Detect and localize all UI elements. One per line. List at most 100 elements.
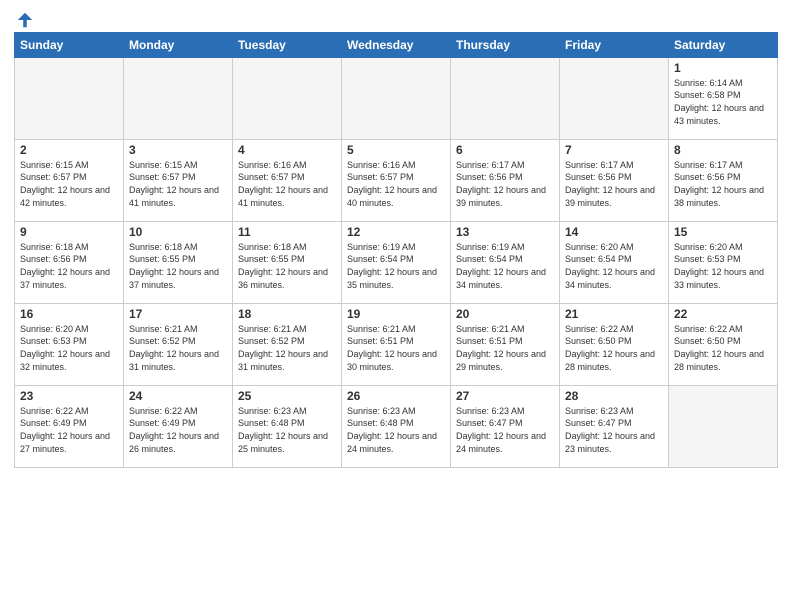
weekday-header-thursday: Thursday: [451, 32, 560, 57]
day-info: Sunrise: 6:18 AM Sunset: 6:55 PM Dayligh…: [129, 241, 227, 291]
day-number: 16: [20, 307, 118, 321]
calendar-table: SundayMondayTuesdayWednesdayThursdayFrid…: [14, 32, 778, 468]
day-info: Sunrise: 6:17 AM Sunset: 6:56 PM Dayligh…: [674, 159, 772, 209]
calendar-week-2: 2 Sunrise: 6:15 AM Sunset: 6:57 PM Daylig…: [15, 139, 778, 221]
day-number: 6: [456, 143, 554, 157]
calendar-cell: 19 Sunrise: 6:21 AM Sunset: 6:51 PM Dayli…: [342, 303, 451, 385]
calendar-cell: 5 Sunrise: 6:16 AM Sunset: 6:57 PM Daylig…: [342, 139, 451, 221]
calendar-cell: 16Sunrise: 6:20 AM Sunset: 6:53 PM Dayli…: [15, 303, 124, 385]
weekday-header-wednesday: Wednesday: [342, 32, 451, 57]
calendar-cell: [15, 57, 124, 139]
day-number: 11: [238, 225, 336, 239]
weekday-header-row: SundayMondayTuesdayWednesdayThursdayFrid…: [15, 32, 778, 57]
day-number: 26: [347, 389, 445, 403]
day-number: 21: [565, 307, 663, 321]
calendar-cell: [342, 57, 451, 139]
calendar-cell: [451, 57, 560, 139]
weekday-header-tuesday: Tuesday: [233, 32, 342, 57]
day-info: Sunrise: 6:21 AM Sunset: 6:51 PM Dayligh…: [456, 323, 554, 373]
day-info: Sunrise: 6:16 AM Sunset: 6:57 PM Dayligh…: [347, 159, 445, 209]
day-info: Sunrise: 6:23 AM Sunset: 6:48 PM Dayligh…: [238, 405, 336, 455]
day-info: Sunrise: 6:22 AM Sunset: 6:49 PM Dayligh…: [129, 405, 227, 455]
day-number: 5: [347, 143, 445, 157]
day-info: Sunrise: 6:21 AM Sunset: 6:51 PM Dayligh…: [347, 323, 445, 373]
day-number: 17: [129, 307, 227, 321]
day-info: Sunrise: 6:17 AM Sunset: 6:56 PM Dayligh…: [456, 159, 554, 209]
logo: [14, 10, 34, 26]
day-info: Sunrise: 6:17 AM Sunset: 6:56 PM Dayligh…: [565, 159, 663, 209]
day-number: 3: [129, 143, 227, 157]
day-number: 7: [565, 143, 663, 157]
calendar-cell: [560, 57, 669, 139]
calendar-cell: 24 Sunrise: 6:22 AM Sunset: 6:49 PM Dayli…: [124, 385, 233, 467]
calendar-cell: 4 Sunrise: 6:16 AM Sunset: 6:57 PM Daylig…: [233, 139, 342, 221]
day-info: Sunrise: 6:22 AM Sunset: 6:50 PM Dayligh…: [674, 323, 772, 373]
day-number: 2: [20, 143, 118, 157]
weekday-header-saturday: Saturday: [669, 32, 778, 57]
day-number: 27: [456, 389, 554, 403]
day-info: Sunrise: 6:20 AM Sunset: 6:53 PM Dayligh…: [674, 241, 772, 291]
day-info: Sunrise: 6:22 AM Sunset: 6:49 PM Dayligh…: [20, 405, 118, 455]
day-number: 18: [238, 307, 336, 321]
header: [14, 10, 778, 26]
day-number: 12: [347, 225, 445, 239]
day-info: Sunrise: 6:20 AM Sunset: 6:54 PM Dayligh…: [565, 241, 663, 291]
calendar-cell: 11 Sunrise: 6:18 AM Sunset: 6:55 PM Dayli…: [233, 221, 342, 303]
calendar-cell: 21 Sunrise: 6:22 AM Sunset: 6:50 PM Dayli…: [560, 303, 669, 385]
day-number: 4: [238, 143, 336, 157]
calendar-cell: 15 Sunrise: 6:20 AM Sunset: 6:53 PM Dayli…: [669, 221, 778, 303]
day-info: Sunrise: 6:15 AM Sunset: 6:57 PM Dayligh…: [20, 159, 118, 209]
day-info: Sunrise: 6:19 AM Sunset: 6:54 PM Dayligh…: [456, 241, 554, 291]
day-info: Sunrise: 6:19 AM Sunset: 6:54 PM Dayligh…: [347, 241, 445, 291]
calendar-cell: 17 Sunrise: 6:21 AM Sunset: 6:52 PM Dayli…: [124, 303, 233, 385]
calendar-cell: [233, 57, 342, 139]
calendar-cell: 23 Sunrise: 6:22 AM Sunset: 6:49 PM Dayli…: [15, 385, 124, 467]
calendar-week-4: 16Sunrise: 6:20 AM Sunset: 6:53 PM Dayli…: [15, 303, 778, 385]
day-info: Sunrise: 6:23 AM Sunset: 6:47 PM Dayligh…: [565, 405, 663, 455]
calendar-cell: 8 Sunrise: 6:17 AM Sunset: 6:56 PM Daylig…: [669, 139, 778, 221]
weekday-header-monday: Monday: [124, 32, 233, 57]
day-number: 20: [456, 307, 554, 321]
calendar-container: SundayMondayTuesdayWednesdayThursdayFrid…: [0, 0, 792, 612]
calendar-cell: 20 Sunrise: 6:21 AM Sunset: 6:51 PM Dayli…: [451, 303, 560, 385]
day-info: Sunrise: 6:18 AM Sunset: 6:55 PM Dayligh…: [238, 241, 336, 291]
logo-text: [14, 10, 34, 30]
calendar-week-1: 1 Sunrise: 6:14 AM Sunset: 6:58 PM Daylig…: [15, 57, 778, 139]
day-info: Sunrise: 6:21 AM Sunset: 6:52 PM Dayligh…: [238, 323, 336, 373]
calendar-cell: 27Sunrise: 6:23 AM Sunset: 6:47 PM Dayli…: [451, 385, 560, 467]
day-number: 28: [565, 389, 663, 403]
day-info: Sunrise: 6:22 AM Sunset: 6:50 PM Dayligh…: [565, 323, 663, 373]
day-number: 1: [674, 61, 772, 75]
calendar-cell: 13 Sunrise: 6:19 AM Sunset: 6:54 PM Dayli…: [451, 221, 560, 303]
calendar-week-5: 23 Sunrise: 6:22 AM Sunset: 6:49 PM Dayli…: [15, 385, 778, 467]
day-number: 8: [674, 143, 772, 157]
day-number: 24: [129, 389, 227, 403]
day-info: Sunrise: 6:14 AM Sunset: 6:58 PM Dayligh…: [674, 77, 772, 127]
day-number: 13: [456, 225, 554, 239]
day-info: Sunrise: 6:21 AM Sunset: 6:52 PM Dayligh…: [129, 323, 227, 373]
calendar-cell: 18 Sunrise: 6:21 AM Sunset: 6:52 PM Dayli…: [233, 303, 342, 385]
weekday-header-friday: Friday: [560, 32, 669, 57]
day-number: 19: [347, 307, 445, 321]
day-number: 23: [20, 389, 118, 403]
day-number: 22: [674, 307, 772, 321]
calendar-cell: 2 Sunrise: 6:15 AM Sunset: 6:57 PM Daylig…: [15, 139, 124, 221]
calendar-cell: 3 Sunrise: 6:15 AM Sunset: 6:57 PM Daylig…: [124, 139, 233, 221]
calendar-cell: 28 Sunrise: 6:23 AM Sunset: 6:47 PM Dayli…: [560, 385, 669, 467]
calendar-cell: 26Sunrise: 6:23 AM Sunset: 6:48 PM Dayli…: [342, 385, 451, 467]
day-info: Sunrise: 6:18 AM Sunset: 6:56 PM Dayligh…: [20, 241, 118, 291]
calendar-cell: [124, 57, 233, 139]
calendar-cell: 6 Sunrise: 6:17 AM Sunset: 6:56 PM Daylig…: [451, 139, 560, 221]
day-info: Sunrise: 6:16 AM Sunset: 6:57 PM Dayligh…: [238, 159, 336, 209]
calendar-cell: 9 Sunrise: 6:18 AM Sunset: 6:56 PM Daylig…: [15, 221, 124, 303]
calendar-cell: [669, 385, 778, 467]
day-number: 10: [129, 225, 227, 239]
weekday-header-sunday: Sunday: [15, 32, 124, 57]
day-info: Sunrise: 6:15 AM Sunset: 6:57 PM Dayligh…: [129, 159, 227, 209]
day-number: 9: [20, 225, 118, 239]
calendar-cell: 10 Sunrise: 6:18 AM Sunset: 6:55 PM Dayli…: [124, 221, 233, 303]
calendar-cell: 22 Sunrise: 6:22 AM Sunset: 6:50 PM Dayli…: [669, 303, 778, 385]
day-number: 25: [238, 389, 336, 403]
calendar-cell: 1 Sunrise: 6:14 AM Sunset: 6:58 PM Daylig…: [669, 57, 778, 139]
day-number: 15: [674, 225, 772, 239]
